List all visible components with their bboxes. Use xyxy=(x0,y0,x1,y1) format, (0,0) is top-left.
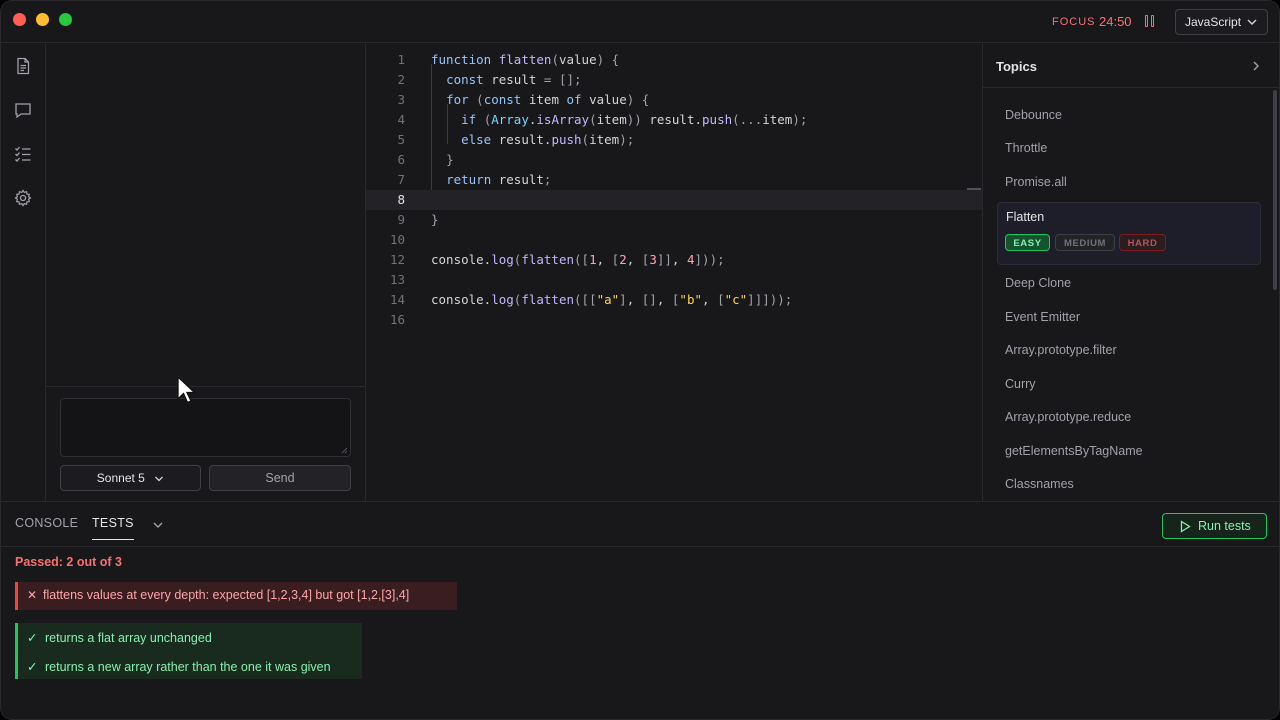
chat-input[interactable] xyxy=(60,398,351,457)
run-tests-button[interactable]: Run tests xyxy=(1162,513,1267,539)
topic-item[interactable]: Curry xyxy=(1005,377,1036,391)
topics-title: Topics xyxy=(996,59,1037,74)
check-icon: ✓ xyxy=(27,660,38,674)
tab-tests[interactable]: TESTS xyxy=(92,516,134,530)
panel-tabs: CONSOLE TESTS Run tests xyxy=(1,502,1279,547)
active-code-line: 8 xyxy=(366,190,982,210)
difficulty-badge-hard: HARD xyxy=(1119,234,1166,251)
chat-panel: Sonnet 5 Send xyxy=(46,44,366,501)
code-line: 13 xyxy=(389,272,405,287)
topic-item[interactable]: Event Emitter xyxy=(1005,310,1080,324)
pause-icon[interactable] xyxy=(1145,15,1157,28)
failed-test: ✕ flattens values at every depth: expect… xyxy=(15,582,457,610)
output-panel: CONSOLE TESTS Run tests Passed: 2 out of… xyxy=(1,501,1279,719)
failed-test-message: flattens values at every depth: expected… xyxy=(43,588,410,602)
topic-item[interactable]: Promise.all xyxy=(1005,175,1067,189)
run-tests-label: Run tests xyxy=(1198,519,1251,533)
active-tab-indicator xyxy=(92,539,134,540)
title-bar: FOCUS 24:50 JavaScript xyxy=(1,1,1279,43)
code-line: 12 console.log(flatten([1, [2, [3]], 4]))… xyxy=(389,252,725,267)
language-select[interactable]: JavaScript xyxy=(1175,9,1268,35)
topic-item-label: Flatten xyxy=(1006,210,1045,224)
chevron-right-icon[interactable] xyxy=(1251,60,1261,72)
code-editor[interactable]: 1 function flatten(value) { 2 const resul… xyxy=(366,44,982,501)
code-line: 2 const result = []; xyxy=(397,72,582,87)
play-icon xyxy=(1180,520,1191,533)
code-line: 3 for (const item of value) { xyxy=(397,92,650,107)
model-select-label: Sonnet 5 xyxy=(96,471,145,485)
topic-item[interactable]: Deep Clone xyxy=(1005,276,1071,290)
checklist-icon[interactable] xyxy=(14,145,32,163)
passed-test: ✓ returns a flat array unchanged xyxy=(27,631,212,645)
maximize-window-button[interactable] xyxy=(59,13,72,26)
difficulty-badge-easy: EASY xyxy=(1005,234,1050,251)
topics-header: Topics xyxy=(983,44,1279,88)
model-select[interactable]: Sonnet 5 xyxy=(60,465,201,491)
test-summary: Passed: 2 out of 3 xyxy=(15,555,122,569)
code-line: 7 return result; xyxy=(397,172,552,187)
gear-icon[interactable] xyxy=(14,189,32,207)
topic-item[interactable]: Array.prototype.filter xyxy=(1005,343,1117,357)
language-select-value: JavaScript xyxy=(1185,15,1242,29)
code-line: 14 console.log(flatten([["a"], [], ["b", … xyxy=(389,292,793,307)
code-line: 16 xyxy=(389,312,405,327)
passed-test: ✓ returns a new array rather than the one… xyxy=(27,660,331,674)
topic-item[interactable]: Array.prototype.reduce xyxy=(1005,410,1131,424)
code-line: 9} xyxy=(397,212,439,227)
resize-grip-icon[interactable] xyxy=(341,447,348,454)
close-window-button[interactable] xyxy=(13,13,26,26)
minimize-window-button[interactable] xyxy=(36,13,49,26)
focus-timer: 24:50 xyxy=(1099,14,1132,29)
activity-bar xyxy=(1,44,46,501)
fail-x-icon: ✕ xyxy=(27,588,38,602)
topics-scrollbar[interactable] xyxy=(1273,90,1277,290)
focus-label: FOCUS xyxy=(1052,16,1096,28)
chevron-down-icon xyxy=(1247,19,1257,25)
topic-item[interactable]: Throttle xyxy=(1005,141,1047,155)
topics-panel: Topics Debounce Throttle Promise.all Fla… xyxy=(982,44,1279,501)
mouse-pointer-icon xyxy=(177,375,196,404)
code-line: 6 } xyxy=(397,152,454,167)
topic-item-selected[interactable]: Flatten EASY MEDIUM HARD xyxy=(997,202,1261,265)
tab-console[interactable]: CONSOLE xyxy=(15,516,78,530)
chat-divider xyxy=(46,386,365,387)
topic-item[interactable]: Classnames xyxy=(1005,477,1074,491)
app-window: FOCUS 24:50 JavaScript Sonnet 5 Send 1 fu… xyxy=(0,0,1280,720)
passed-tests: ✓ returns a flat array unchanged ✓ returns… xyxy=(15,623,362,679)
code-line: 4 if (Array.isArray(item)) result.push(.… xyxy=(397,112,808,127)
code-line: 1 function flatten(value) { xyxy=(397,52,620,67)
document-icon[interactable] xyxy=(14,57,32,75)
chat-icon[interactable] xyxy=(14,101,32,119)
send-button[interactable]: Send xyxy=(209,465,351,491)
difficulty-badge-medium: MEDIUM xyxy=(1055,234,1115,251)
check-icon: ✓ xyxy=(27,631,38,645)
topic-item[interactable]: Debounce xyxy=(1005,108,1062,122)
chevron-down-icon xyxy=(155,476,164,482)
topic-item[interactable]: getElementsByTagName xyxy=(1005,444,1143,458)
code-line: 10 xyxy=(389,232,405,247)
text-cursor xyxy=(967,188,981,190)
chevron-down-icon[interactable] xyxy=(152,519,164,531)
code-line: 5 else result.push(item); xyxy=(397,132,635,147)
